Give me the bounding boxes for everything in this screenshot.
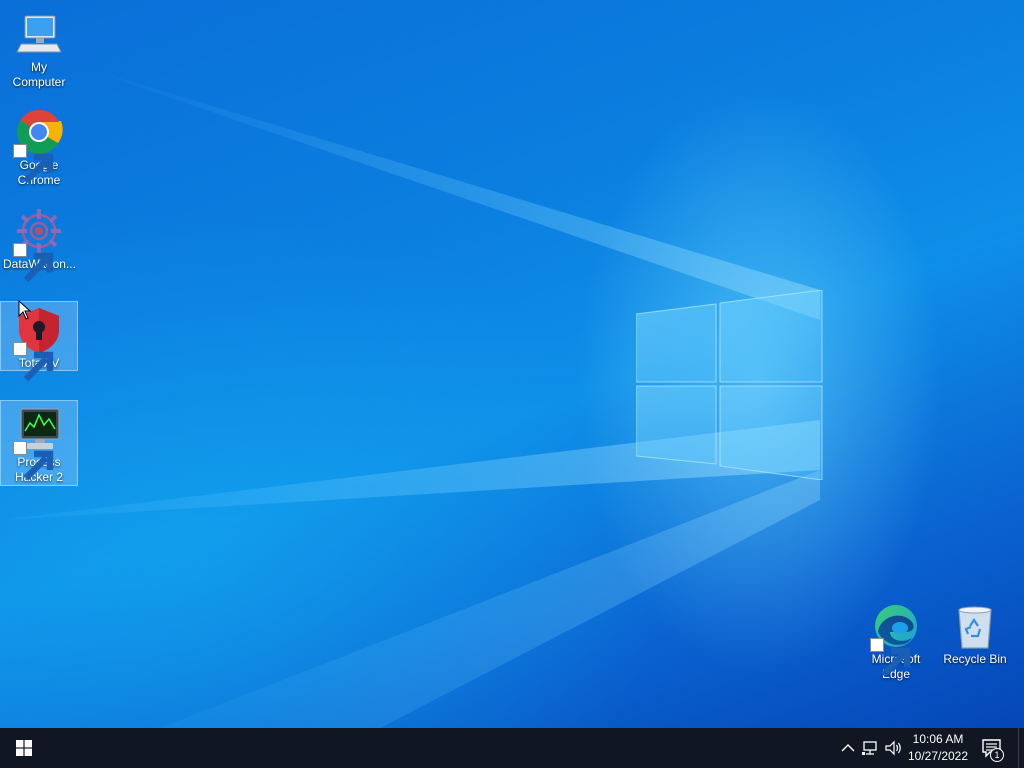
icon-label: My Computer	[12, 60, 66, 89]
notification-count-badge: 1	[990, 748, 1004, 762]
shortcut-arrow-icon	[13, 144, 54, 184]
shortcut-arrow-icon	[13, 243, 54, 283]
desktop-icon-datawagon[interactable]: DataWagon...	[1, 203, 77, 283]
desktop-icon-google-chrome[interactable]: Google Chrome	[1, 104, 77, 192]
windows-start-icon	[16, 740, 32, 756]
shortcut-arrow-icon	[13, 342, 54, 382]
volume-button[interactable]	[884, 738, 904, 758]
desktop-icon-recycle-bin[interactable]: Recycle Bin	[937, 598, 1013, 671]
speaker-icon	[885, 740, 901, 756]
desktop-icon-microsoft-edge[interactable]: Microsoft Edge	[858, 598, 934, 686]
windows-logo-wallpaper	[636, 290, 823, 480]
shortcut-arrow-icon	[870, 638, 911, 678]
desktop[interactable]: My Computer Google Chrome DataWagon... T…	[0, 0, 1024, 728]
taskbar-clock[interactable]: 10:06 AM 10/27/2022	[902, 731, 974, 765]
desktop-icon-totalav[interactable]: TotalAV	[0, 301, 78, 382]
chevron-up-icon	[841, 744, 855, 752]
computer-icon	[16, 15, 62, 53]
desktop-icon-my-computer[interactable]: My Computer	[1, 6, 77, 94]
network-icon	[862, 741, 877, 755]
show-hidden-icons-button[interactable]	[838, 738, 858, 758]
start-button[interactable]	[0, 728, 48, 768]
icon-label: Recycle Bin	[943, 652, 1007, 666]
desktop-icon-process-hacker[interactable]: Process Hacker 2	[0, 400, 78, 486]
show-desktop-button[interactable]	[1018, 728, 1024, 768]
taskbar: 10:06 AM 10/27/2022 1	[0, 728, 1024, 768]
mouse-cursor-icon	[18, 300, 32, 320]
network-button[interactable]	[861, 738, 881, 758]
clock-date: 10/27/2022	[907, 749, 969, 763]
recycle-bin-icon	[958, 606, 992, 649]
shortcut-arrow-icon	[13, 441, 54, 481]
clock-time: 10:06 AM	[912, 732, 964, 746]
